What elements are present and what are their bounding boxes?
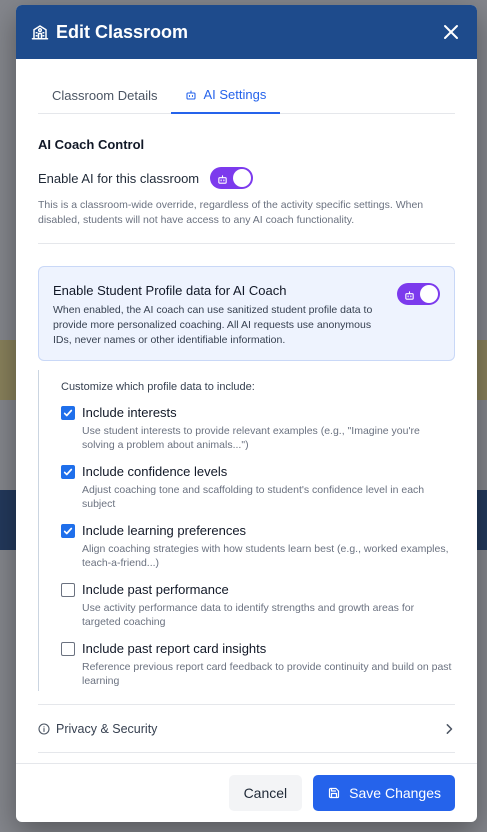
enable-ai-description: This is a classroom-wide override, regar…	[38, 199, 424, 226]
toggle-knob	[233, 169, 252, 187]
option-interests: Include interests Use student interests …	[61, 405, 455, 452]
option-title: Include past performance	[82, 582, 229, 597]
profile-options: Customize which profile data to include:…	[38, 370, 455, 691]
option-title: Include learning preferences	[82, 523, 247, 538]
save-icon	[328, 787, 341, 800]
option-description: Reference previous report card feedback …	[82, 661, 452, 687]
cancel-button[interactable]: Cancel	[228, 775, 303, 811]
option-past-performance: Include past performance Use activity pe…	[61, 582, 455, 629]
option-confidence: Include confidence levels Adjust coachin…	[61, 464, 455, 511]
close-icon[interactable]	[441, 22, 461, 42]
enable-ai-toggle[interactable]	[210, 167, 254, 189]
modal-content: AI Coach Control Enable AI for this clas…	[16, 137, 477, 753]
option-description: Adjust coaching tone and scaffolding to …	[82, 484, 425, 510]
tab-label: Classroom Details	[52, 88, 158, 103]
option-title: Include past report card insights	[82, 641, 267, 656]
tab-classroom-details[interactable]: Classroom Details	[38, 77, 171, 114]
bot-icon	[404, 288, 416, 300]
confidence-checkbox[interactable]	[61, 465, 75, 479]
option-title: Include confidence levels	[82, 464, 228, 479]
options-heading: Customize which profile data to include:	[61, 381, 255, 393]
school-icon	[31, 23, 49, 41]
chevron-right-icon	[445, 723, 455, 734]
student-profile-toggle[interactable]	[397, 283, 440, 305]
student-profile-panel: Enable Student Profile data for AI Coach…	[38, 266, 455, 361]
option-title: Include interests	[82, 405, 177, 420]
option-report-card: Include past report card insights Refere…	[61, 641, 455, 688]
modal-title: Edit Classroom	[56, 21, 189, 42]
privacy-security-row[interactable]: Privacy & Security	[38, 704, 455, 753]
student-profile-description: When enabled, the AI coach can use sanit…	[53, 304, 373, 346]
tab-ai-settings[interactable]: AI Settings	[171, 77, 281, 114]
enable-ai-row: Enable AI for this classroom	[38, 167, 455, 189]
interests-checkbox[interactable]	[61, 406, 75, 420]
option-learning-preferences: Include learning preferences Align coach…	[61, 523, 455, 570]
tab-bar: Classroom Details AI Settings	[38, 77, 455, 114]
edit-classroom-modal: Edit Classroom Classroom Details AI Sett…	[16, 5, 477, 822]
section-title: AI Coach Control	[38, 137, 145, 152]
bot-icon	[185, 89, 197, 101]
divider	[38, 243, 455, 244]
past-performance-checkbox[interactable]	[61, 583, 75, 597]
report-card-checkbox[interactable]	[61, 642, 75, 656]
info-icon	[38, 722, 51, 735]
option-description: Use activity performance data to identif…	[82, 602, 415, 628]
learning-preferences-checkbox[interactable]	[61, 524, 75, 538]
enable-ai-label: Enable AI for this classroom	[38, 170, 200, 186]
privacy-label: Privacy & Security	[56, 721, 158, 736]
save-changes-button[interactable]: Save Changes	[313, 775, 455, 811]
save-label: Save Changes	[349, 785, 441, 801]
option-description: Use student interests to provide relevan…	[82, 425, 420, 451]
modal-header: Edit Classroom	[16, 5, 477, 59]
toggle-knob	[420, 285, 438, 303]
option-description: Align coaching strategies with how stude…	[82, 543, 449, 569]
modal-footer: Cancel Save Changes	[16, 763, 477, 822]
bot-icon	[217, 172, 229, 184]
student-profile-title: Enable Student Profile data for AI Coach	[53, 283, 287, 298]
tab-label: AI Settings	[203, 87, 267, 102]
